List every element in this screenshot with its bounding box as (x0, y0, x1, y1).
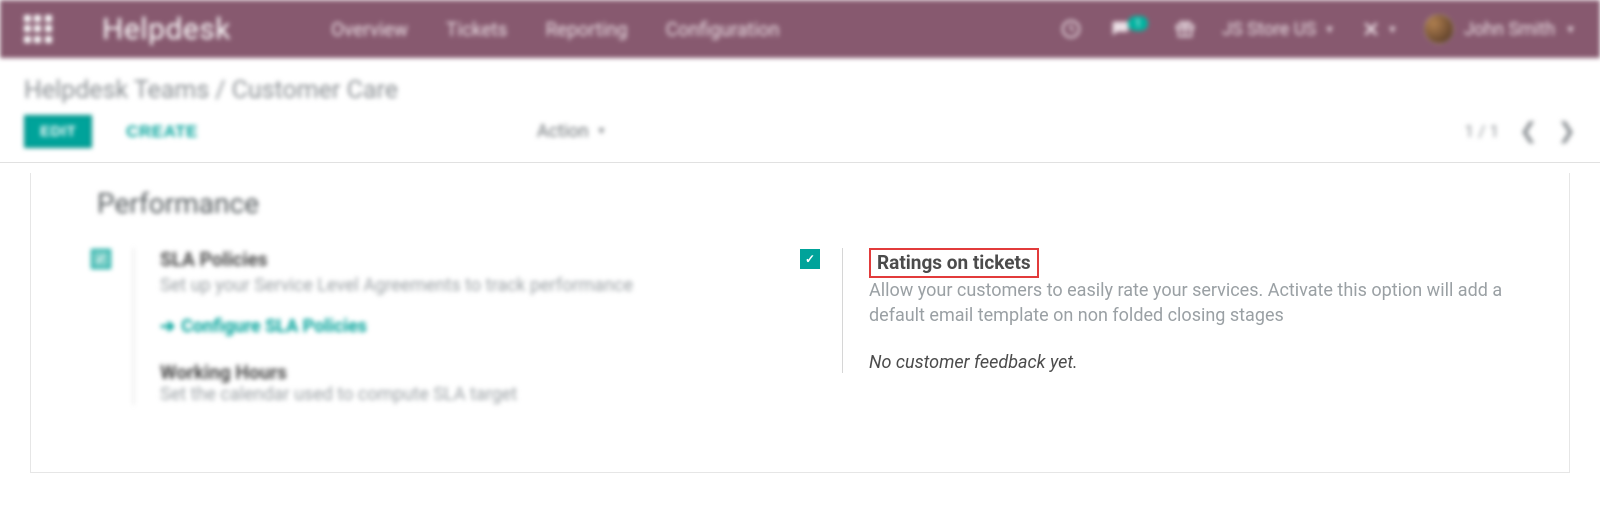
pager-prev[interactable]: ❮ (1519, 119, 1537, 144)
working-hours-title: Working Hours (160, 361, 800, 384)
menu-tickets[interactable]: Tickets (446, 18, 507, 41)
clock-icon[interactable] (1060, 18, 1082, 40)
avatar (1424, 14, 1454, 44)
action-menu-label: Action (537, 121, 589, 142)
ratings-title: Ratings on tickets (877, 251, 1031, 274)
breadcrumb-parent[interactable]: Helpdesk Teams (24, 76, 209, 105)
sla-title: SLA Policies (160, 248, 800, 271)
menu-configuration[interactable]: Configuration (666, 18, 780, 41)
arrow-right-icon: ➔ (160, 316, 175, 337)
chat-badge: 1 (1128, 16, 1148, 31)
pager-range: 1 / 1 (1465, 122, 1500, 142)
pager-next[interactable]: ❯ (1558, 119, 1576, 144)
sla-desc: Set up your Service Level Agreements to … (160, 273, 800, 298)
chevron-down-icon: ▼ (597, 126, 607, 137)
sla-checkbox[interactable] (91, 249, 111, 269)
create-button[interactable]: CREATE (126, 122, 198, 142)
feedback-empty: No customer feedback yet. (869, 352, 1509, 373)
gift-icon[interactable] (1174, 18, 1196, 40)
breadcrumb: Helpdesk Teams / Customer Care (0, 58, 1600, 111)
tools-icon[interactable]: ▼ (1361, 19, 1398, 39)
menu-overview[interactable]: Overview (331, 18, 408, 41)
working-hours-desc: Set the calendar used to compute SLA tar… (160, 384, 800, 405)
chevron-down-icon: ▼ (1565, 23, 1576, 36)
breadcrumb-current: Customer Care (232, 76, 398, 105)
menu-reporting[interactable]: Reporting (545, 18, 627, 41)
breadcrumb-sep: / (215, 76, 225, 105)
company-label: JS Store US (1222, 19, 1316, 40)
section-title: Performance (97, 187, 1509, 220)
chat-icon[interactable]: 1 (1108, 18, 1148, 40)
user-menu[interactable]: John Smith ▼ (1424, 14, 1576, 44)
ratings-checkbox[interactable] (800, 249, 820, 269)
action-menu[interactable]: Action ▼ (537, 121, 607, 142)
apps-icon[interactable] (24, 15, 52, 43)
user-name: John Smith (1464, 19, 1555, 40)
configure-sla-label: Configure SLA Policies (181, 316, 367, 337)
chevron-down-icon: ▼ (1387, 23, 1398, 36)
company-selector[interactable]: JS Store US ▼ (1222, 19, 1335, 40)
configure-sla-link[interactable]: ➔ Configure SLA Policies (160, 316, 800, 337)
app-brand[interactable]: Helpdesk (102, 12, 231, 47)
edit-button[interactable]: EDIT (24, 115, 92, 148)
chevron-down-icon: ▼ (1324, 23, 1335, 36)
ratings-desc: Allow your customers to easily rate your… (869, 278, 1509, 328)
